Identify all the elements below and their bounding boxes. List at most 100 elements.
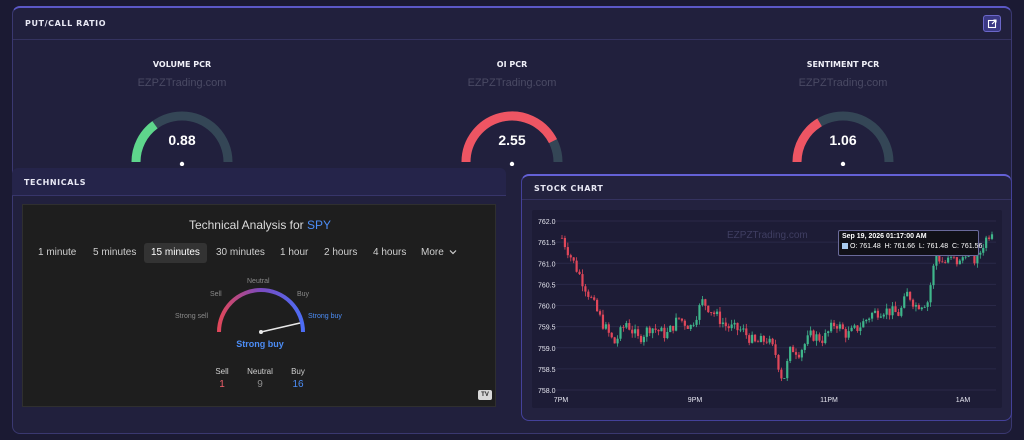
candle-body [639,335,643,343]
candle-body [876,310,880,318]
candle-body [879,316,882,318]
candle-body [765,341,768,343]
tooltip-ohlc: O: 761.48 H: 761.66 L: 761.48 C: 761.56 [842,243,982,250]
candle-body [961,257,964,261]
candle-body [619,327,622,339]
candle-body [672,325,675,331]
candle-body [622,327,625,328]
candle-body [663,327,666,339]
y-tick-label: 759.0 [538,346,556,353]
y-tick-label: 761.5 [538,240,556,247]
candle-body [780,369,783,379]
candle-body [859,327,862,332]
candle-body [625,323,628,328]
candle-body [944,262,947,263]
candle-body [572,257,575,261]
candle-body [566,247,569,256]
candle-body [850,327,853,332]
tooltip-low: L: 761.48 [918,243,949,250]
candle-body [707,305,710,313]
candle-body [613,337,616,344]
y-tick-label: 760.0 [538,304,556,311]
candle-body [575,260,578,272]
y-axis: 762.0 761.5 761.0 760.5 760.0 759.5 759.0 758.5… [538,219,556,395]
candle-body [809,330,812,336]
candle-body [642,336,646,343]
tooltip-open: O: 761.48 [850,243,881,250]
candle-body [794,352,798,355]
candle-body [742,328,745,330]
candle-body [578,271,581,275]
candle-body [917,305,920,310]
candle-body [783,378,786,379]
candle-body [894,306,897,313]
y-tick-label: 758.0 [538,388,556,395]
candle-body [560,237,564,239]
candle-body [756,341,760,343]
candle-body [932,265,935,286]
candle-body [657,329,660,332]
candle-body [911,299,915,307]
candle-body [715,311,719,315]
candle-body [604,324,607,329]
candle-body [669,325,672,333]
candle-body [610,332,613,338]
candle-body [952,256,956,258]
candle-body [964,256,967,258]
candle-body [812,330,815,341]
candle-body [645,327,648,337]
candle-body [888,308,891,316]
candle-body [660,327,663,332]
candle-body [806,335,809,345]
candle-body [721,322,724,324]
candle-body [771,338,774,345]
candle-body [751,334,754,343]
candle-body [768,338,771,343]
candle-body [862,321,865,328]
candle-body [882,314,885,317]
candle-body [990,234,994,239]
candle-body [873,310,877,313]
candle-body [563,238,567,248]
candlestick-chart[interactable]: EZPZTrading.com 762.0 761.5 761.0 760.5 760.… [0,0,1024,440]
candle-body [748,335,751,343]
candle-body [815,334,818,341]
candle-body [868,318,871,320]
candle-body [774,344,777,355]
candle-body [797,354,801,358]
candle-body [733,322,736,325]
x-tick-label: 1AM [956,397,971,404]
candle-body [587,291,590,297]
candle-body [941,261,944,263]
tooltip-high: H: 761.66 [884,243,915,250]
candle-body [680,318,684,321]
candle-body [634,329,637,334]
candle-body [856,325,859,332]
y-tick-label: 759.5 [538,325,556,332]
chart-watermark: EZPZTrading.com [727,230,808,241]
candle-body [929,285,932,303]
candle-body [616,338,619,344]
candle-body [821,340,824,344]
candle-body [730,324,733,329]
candle-body [982,247,985,253]
candle-body [935,255,938,266]
candle-body [900,307,903,316]
x-tick-label: 7PM [554,397,569,404]
candle-body [891,306,894,316]
candle-body [908,291,912,300]
candle-body [955,257,958,265]
candle-tooltip: Sep 19, 2026 01:17:00 AM O: 761.48 H: 76… [838,230,982,256]
candle-body [718,311,722,324]
candle-body [987,237,991,239]
candle-body [789,346,792,361]
candle-body [739,329,742,331]
candle-body [979,252,982,255]
candle-body [698,305,701,320]
candle-body [985,237,988,248]
candle-body [803,344,806,350]
y-tick-label: 762.0 [538,219,556,226]
candle-body [598,311,602,315]
candle-body [903,296,906,308]
candle-body [701,299,704,306]
